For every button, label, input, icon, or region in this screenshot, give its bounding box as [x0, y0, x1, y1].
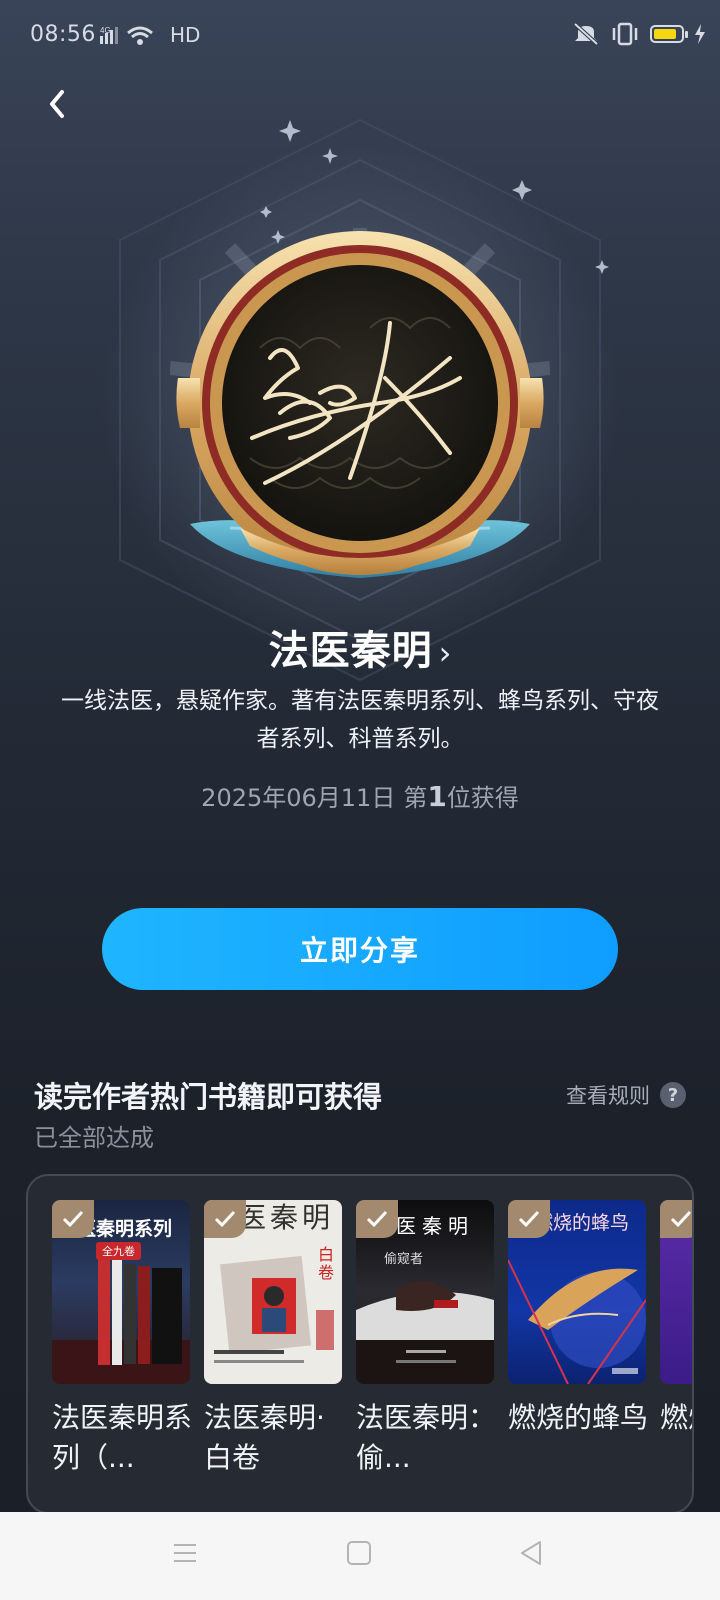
view-rules-link[interactable]: 查看规则 ?: [566, 1080, 686, 1110]
check-icon: [660, 1200, 692, 1238]
check-icon: [52, 1200, 94, 1238]
share-now-button[interactable]: 立即分享: [102, 908, 618, 990]
back-nav-icon[interactable]: [518, 1540, 544, 1566]
home-icon[interactable]: [346, 1540, 372, 1566]
book-title: 燃烧的蜂鸟: [660, 1401, 692, 1434]
book-cover: 医秦明 偷窥者: [356, 1200, 494, 1384]
cover-badge: 全九卷: [96, 1242, 141, 1260]
book-cover: [660, 1200, 692, 1384]
obtained-date: 2025年06月11日: [201, 784, 396, 812]
signal-wifi-icon: 4G: [100, 26, 153, 45]
cover-title: 医秦明: [396, 1214, 474, 1238]
chevron-right-icon: ›: [438, 634, 452, 672]
status-bar: 08:56 4G HD: [0, 0, 720, 72]
book-item[interactable]: 医秦明 偷窥者 法医秦明：偷...: [356, 1200, 496, 1478]
check-icon: [204, 1200, 246, 1238]
book-title: 法医秦明·白卷: [204, 1401, 325, 1474]
author-badge-medal: [170, 228, 550, 578]
menu-icon[interactable]: [172, 1540, 198, 1566]
section-title: 读完作者热门书籍即可获得: [34, 1080, 383, 1114]
charging-icon: [695, 24, 705, 44]
book-item[interactable]: 法医秦明系列 全九卷 法医秦明系列（...: [52, 1200, 192, 1478]
book-title: 燃烧的蜂鸟: [508, 1401, 648, 1434]
rank-prefix: 第: [403, 784, 428, 812]
rank-suffix: 位获得: [446, 784, 519, 812]
book-cover: 法医秦明系列 全九卷: [52, 1200, 190, 1384]
book-item[interactable]: 医秦明 白卷 法医秦明·白卷: [204, 1200, 342, 1478]
check-icon: [356, 1200, 398, 1238]
book-title: 法医秦明系列（...: [52, 1401, 192, 1474]
help-icon: ?: [660, 1082, 686, 1108]
section-status: 已全部达成: [34, 1124, 154, 1152]
book-title: 法医秦明：偷...: [356, 1401, 496, 1474]
book-cover: 燃烧的蜂鸟: [508, 1200, 646, 1384]
book-item[interactable]: 燃烧的蜂鸟 燃烧的蜂鸟: [508, 1200, 648, 1478]
status-time: 08:56: [30, 22, 96, 47]
network-label: HD: [170, 23, 201, 47]
mute-icon: [573, 22, 599, 46]
cover-title: 医秦明: [238, 1201, 335, 1234]
author-title-link[interactable]: 法医秦明 ›: [0, 618, 720, 676]
books-list[interactable]: 法医秦明系列 全九卷 法医秦明系列（... 医秦明 白卷 法医秦明·白卷 医秦明…: [26, 1174, 694, 1514]
author-description: 一线法医，悬疑作家。著有法医秦明系列、蜂鸟系列、守夜者系列、科普系列。: [61, 688, 659, 752]
view-rules-label: 查看规则: [566, 1084, 650, 1108]
cover-badge: 偷窥者: [384, 1252, 424, 1267]
author-name: 法医秦明: [268, 628, 433, 674]
cover-badge: 白卷: [318, 1245, 335, 1282]
book-item[interactable]: 燃烧的蜂鸟: [660, 1200, 692, 1478]
rank-number: 1: [427, 780, 447, 813]
battery-icon: [650, 25, 688, 43]
vibrate-icon: [612, 22, 638, 46]
book-cover: 医秦明 白卷: [204, 1200, 342, 1384]
system-navigation-bar: [0, 1512, 720, 1600]
check-icon: [508, 1200, 550, 1238]
obtained-info: 2025年06月11日 第1位获得: [0, 778, 720, 813]
